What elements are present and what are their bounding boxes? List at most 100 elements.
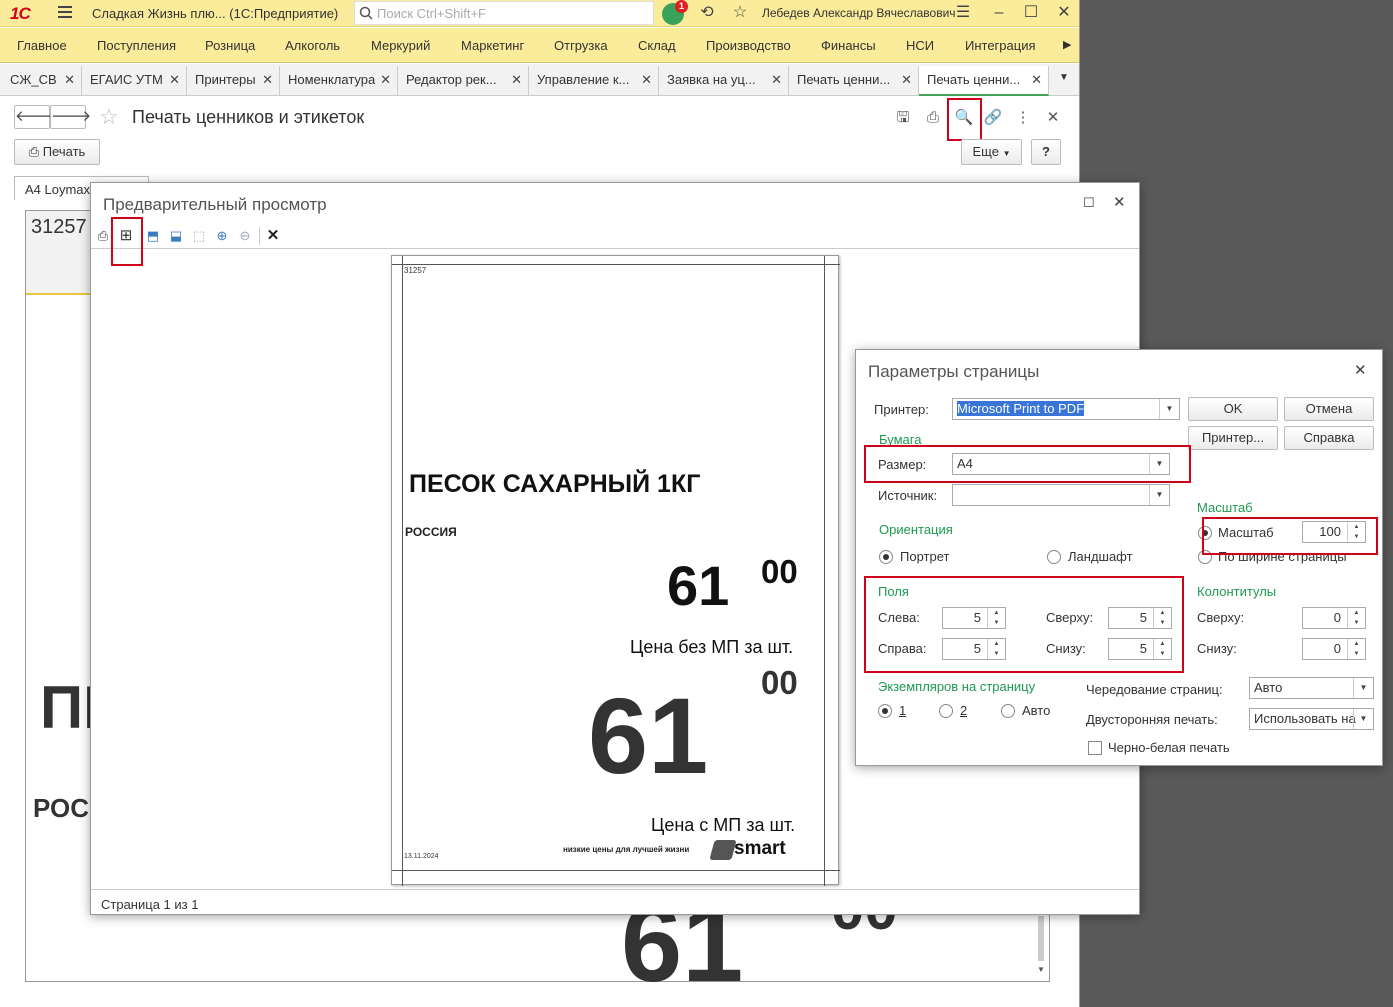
hamburger-menu-icon[interactable] — [58, 6, 72, 20]
history-icon[interactable]: ⟲ — [698, 4, 716, 22]
chevron-down-icon[interactable]: ▼ — [1353, 709, 1373, 729]
close-tab-icon[interactable]: ✕ — [380, 72, 391, 88]
scroll-down-icon[interactable]: ▼ — [1037, 965, 1045, 974]
tab-sj-sv[interactable]: СЖ_СВ ✕ — [2, 66, 82, 96]
save-icon[interactable]: 🖫 — [893, 108, 913, 128]
copies-1-radio[interactable] — [878, 704, 892, 718]
portrait-radio[interactable] — [879, 550, 893, 564]
close-tab-icon[interactable]: ✕ — [169, 72, 180, 88]
print-icon[interactable]: ⎙ — [923, 108, 943, 128]
help-button[interactable]: ? — [1031, 139, 1061, 165]
header-top-value: 0 — [1333, 610, 1341, 625]
export-icon[interactable]: ⬒ — [144, 227, 162, 245]
menu-item-production[interactable]: Производство — [706, 38, 791, 53]
close-tab-icon[interactable]: ✕ — [1031, 72, 1042, 88]
close-tab-icon[interactable]: ✕ — [64, 72, 75, 88]
bw-print-checkbox[interactable] — [1088, 741, 1102, 755]
close-tab-icon[interactable]: ✕ — [901, 72, 912, 88]
close-window-icon[interactable]: ✕ — [1055, 4, 1073, 22]
bw-print-label: Черно-белая печать — [1108, 740, 1230, 755]
close-form-icon[interactable]: ✕ — [1043, 108, 1063, 128]
tag-price1-kop: 00 — [761, 553, 798, 590]
tab-management[interactable]: Управление к... ✕ — [529, 66, 659, 96]
menu-item-alcohol[interactable]: Алкоголь — [285, 38, 340, 53]
copies-2-radio[interactable] — [939, 704, 953, 718]
duplex-select[interactable]: Использовать на ▼ — [1249, 708, 1374, 730]
tab-printers[interactable]: Принтеры ✕ — [187, 66, 280, 96]
more-actions-icon[interactable]: ⋮ — [1013, 108, 1033, 128]
back-button[interactable]: 🡐 — [14, 105, 55, 129]
header-bottom-stepper[interactable]: ▲ ▼ — [1347, 639, 1365, 659]
header-bottom-value: 0 — [1333, 641, 1341, 656]
select-area-icon[interactable]: ⬚ — [190, 227, 208, 245]
margin-line-right — [824, 256, 825, 886]
settings-menu-icon[interactable]: ☰ — [954, 4, 972, 22]
ok-button[interactable]: OK — [1188, 397, 1278, 421]
copies-auto-radio[interactable] — [1001, 704, 1015, 718]
menu-scroll-right-icon[interactable]: ▶ — [1063, 38, 1071, 51]
header-top-input[interactable]: 0 ▲ ▼ — [1302, 607, 1366, 629]
close-preview-icon[interactable]: ✕ — [1113, 193, 1126, 211]
open-tabs-bar: СЖ_СВ ✕ ЕГАИС УТМ ✕ Принтеры ✕ Номенклатура… — [0, 64, 1079, 96]
user-name[interactable]: Лебедев Александр Вячеславович — [762, 6, 956, 20]
chevron-down-icon[interactable]: ▼ — [1353, 678, 1373, 698]
paper-source-select[interactable]: ▼ — [952, 484, 1170, 506]
favorite-star-icon[interactable]: ☆ — [99, 104, 119, 130]
search-input[interactable]: Поиск Ctrl+Shift+F — [354, 1, 654, 25]
tab-price-print-2[interactable]: Печать ценни... ✕ — [919, 66, 1049, 96]
forward-button[interactable]: 🡒 — [50, 105, 91, 129]
more-button-label: Еще — [972, 144, 999, 159]
tabs-dropdown-icon[interactable]: ▼ — [1049, 66, 1079, 96]
help-button[interactable]: Справка — [1284, 426, 1374, 450]
doc-country: РОС — [33, 793, 89, 823]
menu-item-finance[interactable]: Финансы — [821, 38, 876, 53]
printer-settings-button[interactable]: Принтер... — [1188, 426, 1278, 450]
maximize-icon[interactable]: ☐ — [1022, 4, 1040, 22]
scrollbar[interactable] — [1038, 916, 1044, 961]
tab-label: Принтеры — [195, 72, 256, 87]
print-button[interactable]: ⎙ Печать — [14, 139, 100, 165]
header-top-stepper[interactable]: ▲ ▼ — [1347, 608, 1365, 628]
landscape-radio[interactable] — [1047, 550, 1061, 564]
preview-toolbar: ⎙ ⊞ ⬒ ⬓ ⬚ ⊕ ⊖ ✕ — [91, 223, 1139, 249]
preview-page: 31257 ПЕСОК САХАРНЫЙ 1КГ РОССИЯ 61 00 Це… — [391, 255, 840, 886]
more-button[interactable]: Еще ▼ — [961, 139, 1022, 165]
menu-item-marketing[interactable]: Маркетинг — [461, 38, 524, 53]
print-icon[interactable]: ⎙ — [94, 227, 112, 245]
header-bottom-input[interactable]: 0 ▲ ▼ — [1302, 638, 1366, 660]
menu-item-warehouse[interactable]: Склад — [638, 38, 676, 53]
zoom-in-icon[interactable]: ⊕ — [213, 227, 231, 245]
printer-select[interactable]: Microsoft Print to PDF ▼ — [952, 398, 1180, 420]
link-icon[interactable]: 🔗 — [983, 108, 1003, 128]
tab-nomenclature[interactable]: Номенклатура ✕ — [280, 66, 398, 96]
close-icon[interactable]: ✕ — [264, 227, 282, 245]
menu-item-nsi[interactable]: НСИ — [906, 38, 934, 53]
close-tab-icon[interactable]: ✕ — [262, 72, 273, 88]
tab-egais[interactable]: ЕГАИС УТМ ✕ — [82, 66, 187, 96]
menu-item-main[interactable]: Главное — [17, 38, 67, 53]
menu-item-receipts[interactable]: Поступления — [97, 38, 176, 53]
maximize-preview-icon[interactable]: ☐ — [1083, 195, 1095, 211]
doc-code: 31257 — [31, 216, 87, 238]
close-tab-icon[interactable]: ✕ — [641, 72, 652, 88]
notifications-bell-icon[interactable]: 1 — [662, 0, 688, 25]
close-tab-icon[interactable]: ✕ — [771, 72, 782, 88]
tab-editor[interactable]: Редактор рек... ✕ — [398, 66, 529, 96]
close-dialog-icon[interactable]: ✕ — [1354, 361, 1367, 379]
cancel-button[interactable]: Отмена — [1284, 397, 1374, 421]
menu-item-shipment[interactable]: Отгрузка — [554, 38, 608, 53]
tab-price-print-1[interactable]: Печать ценни... ✕ — [789, 66, 919, 96]
minimize-icon[interactable]: – — [990, 4, 1008, 22]
menu-item-mercury[interactable]: Меркурий — [371, 38, 430, 53]
tab-request[interactable]: Заявка на уц... ✕ — [659, 66, 789, 96]
close-tab-icon[interactable]: ✕ — [511, 72, 522, 88]
copy-icon[interactable]: ⬓ — [167, 227, 185, 245]
collate-select[interactable]: Авто ▼ — [1249, 677, 1374, 699]
chevron-down-icon[interactable]: ▼ — [1159, 399, 1179, 419]
chevron-down-icon[interactable]: ▼ — [1149, 485, 1169, 505]
zoom-out-icon[interactable]: ⊖ — [236, 227, 254, 245]
menu-item-retail[interactable]: Розница — [205, 38, 255, 53]
menu-item-integration[interactable]: Интеграция — [965, 38, 1036, 53]
notifications-count: 1 — [675, 0, 688, 13]
favorites-star-icon[interactable]: ☆ — [731, 4, 749, 22]
